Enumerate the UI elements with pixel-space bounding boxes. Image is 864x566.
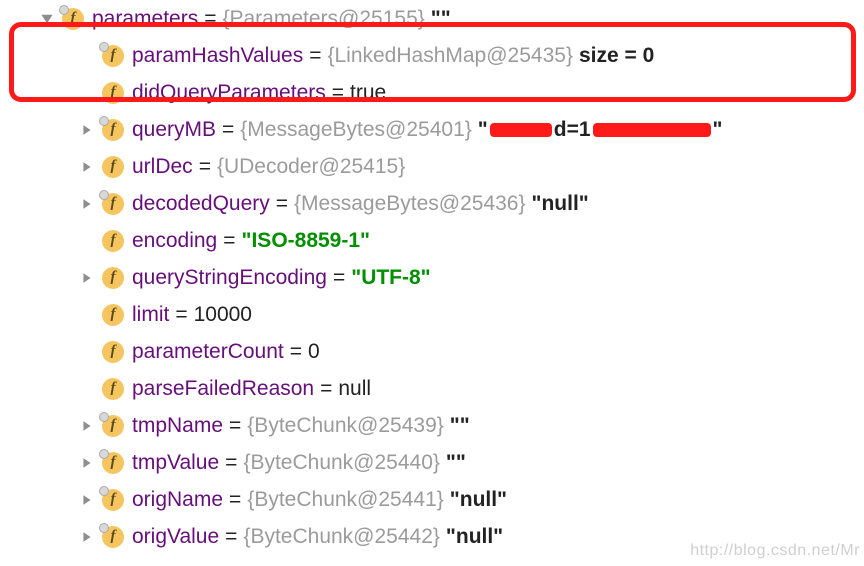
object-reference: {MessageBytes@25401}: [240, 118, 471, 142]
object-reference: {MessageBytes@25436}: [294, 192, 525, 216]
field-icon: f: [102, 193, 124, 215]
equals-sign: =: [332, 81, 344, 105]
field-name: limit: [132, 303, 169, 327]
field-value: "UTF-8": [351, 266, 430, 290]
field-name: parameterCount: [132, 340, 284, 364]
expand-toggle-icon[interactable]: [78, 269, 96, 287]
field-icon: f: [102, 415, 124, 437]
equals-sign: =: [229, 414, 241, 438]
equals-sign: =: [290, 340, 302, 364]
equals-sign: =: [225, 525, 237, 549]
equals-sign: =: [223, 229, 235, 253]
field-value: "ISO-8859-1": [242, 229, 370, 253]
expand-toggle-icon[interactable]: [78, 158, 96, 176]
tree-row-parameters[interactable]: f parameters = {Parameters@25155} "": [0, 0, 864, 37]
field-icon: f: [102, 378, 124, 400]
equals-sign: =: [204, 7, 216, 31]
object-reference: {ByteChunk@25442}: [243, 525, 439, 549]
field-value: true: [350, 81, 386, 105]
field-icon: f: [102, 526, 124, 548]
tree-row[interactable]: f queryMB={MessageBytes@25401} "d=1": [0, 111, 864, 148]
field-name: parameters: [92, 7, 198, 31]
expand-toggle-icon[interactable]: [78, 454, 96, 472]
debugger-variables-tree: f parameters = {Parameters@25155} "" fpa…: [0, 0, 864, 555]
field-icon: f: [102, 304, 124, 326]
field-icon: f: [102, 119, 124, 141]
expand-toggle-icon[interactable]: [38, 10, 56, 28]
expand-toggle-icon[interactable]: [78, 121, 96, 139]
equals-sign: =: [320, 377, 332, 401]
field-name: queryMB: [132, 118, 216, 142]
expand-toggle-icon[interactable]: [78, 417, 96, 435]
tree-row[interactable]: f paramHashValues={LinkedHashMap@25435} s…: [0, 37, 864, 74]
field-icon: f: [102, 489, 124, 511]
field-name: encoding: [132, 229, 217, 253]
field-name: origValue: [132, 525, 219, 549]
tree-row[interactable]: flimit= 10000: [0, 296, 864, 333]
value-suffix: "null": [446, 525, 503, 549]
field-name: urlDec: [132, 155, 193, 179]
equals-sign: =: [225, 451, 237, 475]
field-name: paramHashValues: [132, 44, 303, 68]
equals-sign: =: [222, 118, 234, 142]
field-name: decodedQuery: [132, 192, 270, 216]
field-value: 10000: [194, 303, 252, 327]
object-reference: {UDecoder@25415}: [217, 155, 405, 179]
tree-row[interactable]: f tmpName={ByteChunk@25439} "": [0, 407, 864, 444]
equals-sign: =: [175, 303, 187, 327]
redacted-value: "d=1": [478, 118, 723, 142]
value-suffix: "null": [450, 488, 507, 512]
field-name: origName: [132, 488, 223, 512]
tree-row[interactable]: f queryStringEncoding="UTF-8": [0, 259, 864, 296]
field-name: tmpName: [132, 414, 223, 438]
field-icon: f: [102, 452, 124, 474]
field-name: tmpValue: [132, 451, 219, 475]
tree-row[interactable]: f origName={ByteChunk@25441} "null": [0, 481, 864, 518]
tree-row[interactable]: f decodedQuery={MessageBytes@25436} "null": [0, 185, 864, 222]
value-suffix: "null": [532, 192, 589, 216]
field-icon: f: [102, 45, 124, 67]
field-name: queryStringEncoding: [132, 266, 327, 290]
field-icon: f: [62, 8, 84, 30]
tree-row[interactable]: f parseFailedReason=null: [0, 370, 864, 407]
equals-sign: =: [229, 488, 241, 512]
field-icon: f: [102, 230, 124, 252]
watermark: http://blog.csdn.net/Mr: [690, 542, 860, 560]
field-icon: f: [102, 267, 124, 289]
field-icon: f: [102, 341, 124, 363]
object-reference: {ByteChunk@25440}: [243, 451, 439, 475]
field-icon: f: [102, 82, 124, 104]
expand-toggle-icon[interactable]: [78, 491, 96, 509]
field-value: 0: [308, 340, 320, 364]
value-suffix: "": [446, 451, 466, 475]
field-value: null: [338, 377, 371, 401]
object-reference: {Parameters@25155}: [222, 7, 424, 31]
tree-row[interactable]: f encoding= "ISO-8859-1": [0, 222, 864, 259]
object-reference: {LinkedHashMap@25435}: [327, 44, 573, 68]
tree-row[interactable]: f didQueryParameters=true: [0, 74, 864, 111]
tree-row[interactable]: furlDec={UDecoder@25415}: [0, 148, 864, 185]
value-suffix: "": [431, 7, 451, 31]
equals-sign: =: [276, 192, 288, 216]
field-name: parseFailedReason: [132, 377, 314, 401]
expand-toggle-icon[interactable]: [78, 195, 96, 213]
field-icon: f: [102, 156, 124, 178]
value-suffix: size = 0: [579, 44, 654, 68]
object-reference: {ByteChunk@25439}: [247, 414, 443, 438]
tree-row[interactable]: f parameterCount=0: [0, 333, 864, 370]
expand-toggle-icon[interactable]: [78, 528, 96, 546]
object-reference: {ByteChunk@25441}: [247, 488, 443, 512]
equals-sign: =: [333, 266, 345, 290]
tree-row[interactable]: f tmpValue={ByteChunk@25440} "": [0, 444, 864, 481]
value-suffix: "": [450, 414, 470, 438]
equals-sign: =: [199, 155, 211, 179]
equals-sign: =: [309, 44, 321, 68]
field-name: didQueryParameters: [132, 81, 326, 105]
